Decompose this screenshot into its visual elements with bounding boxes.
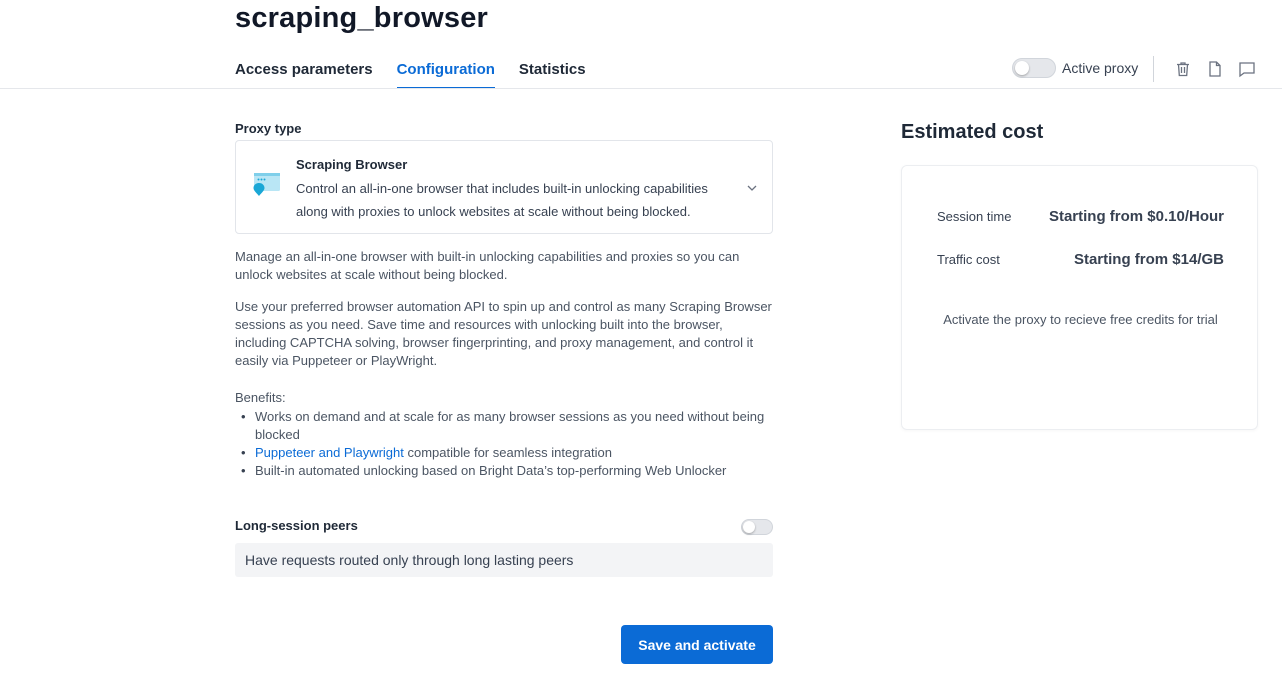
trash-icon[interactable] [1174,60,1192,78]
save-and-activate-button[interactable]: Save and activate [621,625,773,664]
cost-row-value: Starting from $0.10/Hour [1048,208,1224,225]
document-icon[interactable] [1206,60,1224,78]
chevron-down-icon [746,181,758,193]
page-title: scraping_browser [235,2,489,34]
cost-row-value: Starting from $14/GB [1073,251,1224,268]
header-separator [0,88,1282,89]
list-item: Works on demand and at scale for as many… [235,408,780,444]
cost-row-traffic: Traffic cost Starting from $14/GB [937,251,1224,268]
cost-row-key: Traffic cost [937,252,1000,267]
toggle-knob [1015,61,1029,75]
description-paragraph-1: Manage an all-in-one browser with built-… [235,249,740,282]
active-proxy-control: Active proxy [1012,58,1138,78]
list-item: Built-in automated unlocking based on Br… [235,462,780,480]
long-session-peers-description: Have requests routed only through long l… [235,543,773,577]
puppeteer-playwright-link[interactable]: Puppeteer and Playwright [255,445,404,460]
long-session-peers-label: Long-session peers [235,518,358,533]
tab-bar: Access parameters Configuration Statisti… [235,58,586,89]
list-item: Puppeteer and Playwright compatible for … [235,444,780,462]
description-paragraph-2: Use your preferred browser automation AP… [235,299,772,368]
active-proxy-label: Active proxy [1062,60,1139,76]
tab-configuration[interactable]: Configuration [396,58,495,89]
comment-icon[interactable] [1238,60,1256,78]
estimated-cost-title: Estimated cost [901,121,1044,143]
proxy-type-name: Scraping Browser [296,157,408,172]
toggle-knob [743,521,755,533]
cost-row-key: Session time [937,209,1012,224]
long-session-peers-toggle[interactable] [741,519,773,535]
benefits-title: Benefits: [235,390,286,405]
cost-row-session-time: Session time Starting from $0.10/Hour [937,208,1224,225]
benefit-text: compatible for seamless integration [403,445,612,460]
trial-credits-note: Activate the proxy to recieve free credi… [943,312,1218,327]
tab-statistics[interactable]: Statistics [519,58,586,89]
estimated-cost-card: Session time Starting from $0.10/Hour Tr… [901,165,1258,430]
proxy-type-description: Control an all-in-one browser that inclu… [296,181,708,219]
proxy-type-label: Proxy type [235,121,302,136]
benefits-list: Works on demand and at scale for as many… [235,408,780,480]
active-proxy-toggle[interactable] [1012,58,1056,78]
proxy-type-select[interactable]: Scraping Browser Control an all-in-one b… [235,140,773,234]
tab-access-parameters[interactable]: Access parameters [235,58,373,89]
header-divider [1153,56,1154,82]
browser-window-icon [252,171,282,199]
